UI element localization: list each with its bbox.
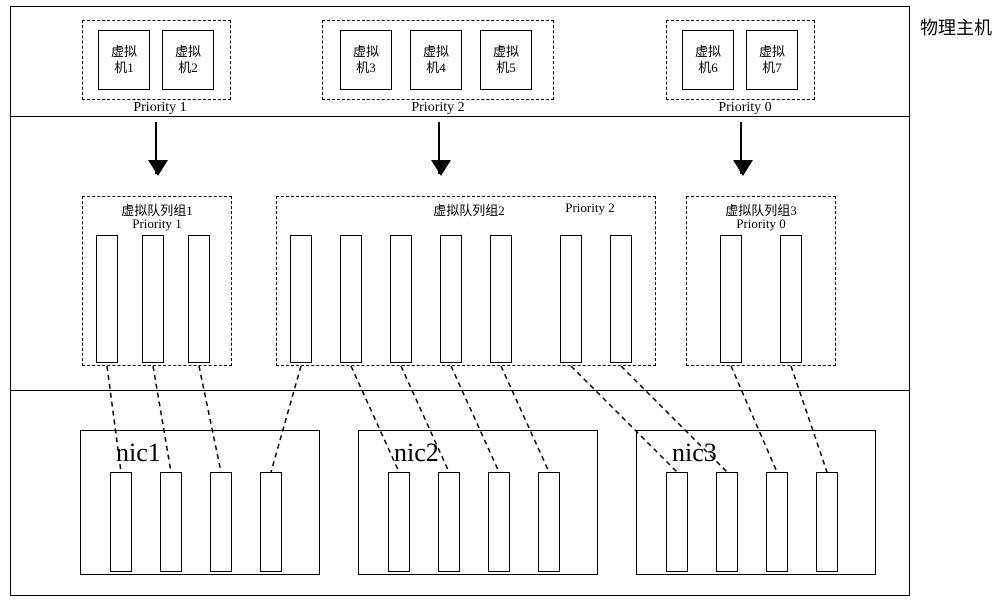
priority-label-3: Priority 0 bbox=[700, 100, 790, 116]
nic1-q4 bbox=[260, 472, 282, 572]
vq-2-2 bbox=[340, 235, 362, 363]
vq-2-3 bbox=[390, 235, 412, 363]
nic2-q3 bbox=[488, 472, 510, 572]
vq-2-6 bbox=[560, 235, 582, 363]
queue-group-3-priority: Priority 0 bbox=[706, 216, 816, 232]
section-divider-1 bbox=[10, 116, 910, 117]
queue-group-2-name: 虚拟队列组2 bbox=[404, 200, 534, 219]
vm-box-1: 虚拟 机1 bbox=[98, 30, 150, 90]
vm-box-5: 虚拟 机5 bbox=[480, 30, 532, 90]
vq-3-2 bbox=[780, 235, 802, 363]
priority-label-2: Priority 2 bbox=[393, 100, 483, 116]
vm-box-7: 虚拟 机7 bbox=[746, 30, 798, 90]
nic-3-label: nic3 bbox=[672, 438, 717, 468]
nic2-q2 bbox=[438, 472, 460, 572]
vq-1-2 bbox=[142, 235, 164, 363]
nic3-q1 bbox=[666, 472, 688, 572]
nic1-q2 bbox=[160, 472, 182, 572]
nic1-q1 bbox=[110, 472, 132, 572]
vq-2-1 bbox=[290, 235, 312, 363]
vq-1-1 bbox=[96, 235, 118, 363]
vq-2-7 bbox=[610, 235, 632, 363]
nic2-q4 bbox=[538, 472, 560, 572]
section-divider-2 bbox=[10, 390, 910, 391]
queue-group-2 bbox=[276, 196, 656, 366]
vq-2-4 bbox=[440, 235, 462, 363]
vm-box-6: 虚拟 机6 bbox=[682, 30, 734, 90]
diagram-canvas: 物理主机 虚拟 机1 虚拟 机2 Priority 1 虚拟 机3 虚拟 机4 … bbox=[0, 0, 1000, 606]
arrow-1 bbox=[155, 122, 157, 174]
nic2-q1 bbox=[388, 472, 410, 572]
vq-1-3 bbox=[188, 235, 210, 363]
vq-3-1 bbox=[720, 235, 742, 363]
nic1-q3 bbox=[210, 472, 232, 572]
priority-label-1: Priority 1 bbox=[115, 100, 205, 116]
vm-box-2: 虚拟 机2 bbox=[162, 30, 214, 90]
nic3-q2 bbox=[716, 472, 738, 572]
vm-box-4: 虚拟 机4 bbox=[410, 30, 462, 90]
nic3-q3 bbox=[766, 472, 788, 572]
nic-2-label: nic2 bbox=[394, 438, 439, 468]
arrow-2 bbox=[438, 122, 440, 174]
vq-2-5 bbox=[490, 235, 512, 363]
queue-group-2-priority: Priority 2 bbox=[540, 200, 640, 216]
nic-1-label: nic1 bbox=[116, 438, 161, 468]
queue-group-1-priority: Priority 1 bbox=[102, 216, 212, 232]
vm-box-3: 虚拟 机3 bbox=[340, 30, 392, 90]
host-label: 物理主机 bbox=[920, 14, 992, 40]
nic3-q4 bbox=[816, 472, 838, 572]
arrow-3 bbox=[740, 122, 742, 174]
